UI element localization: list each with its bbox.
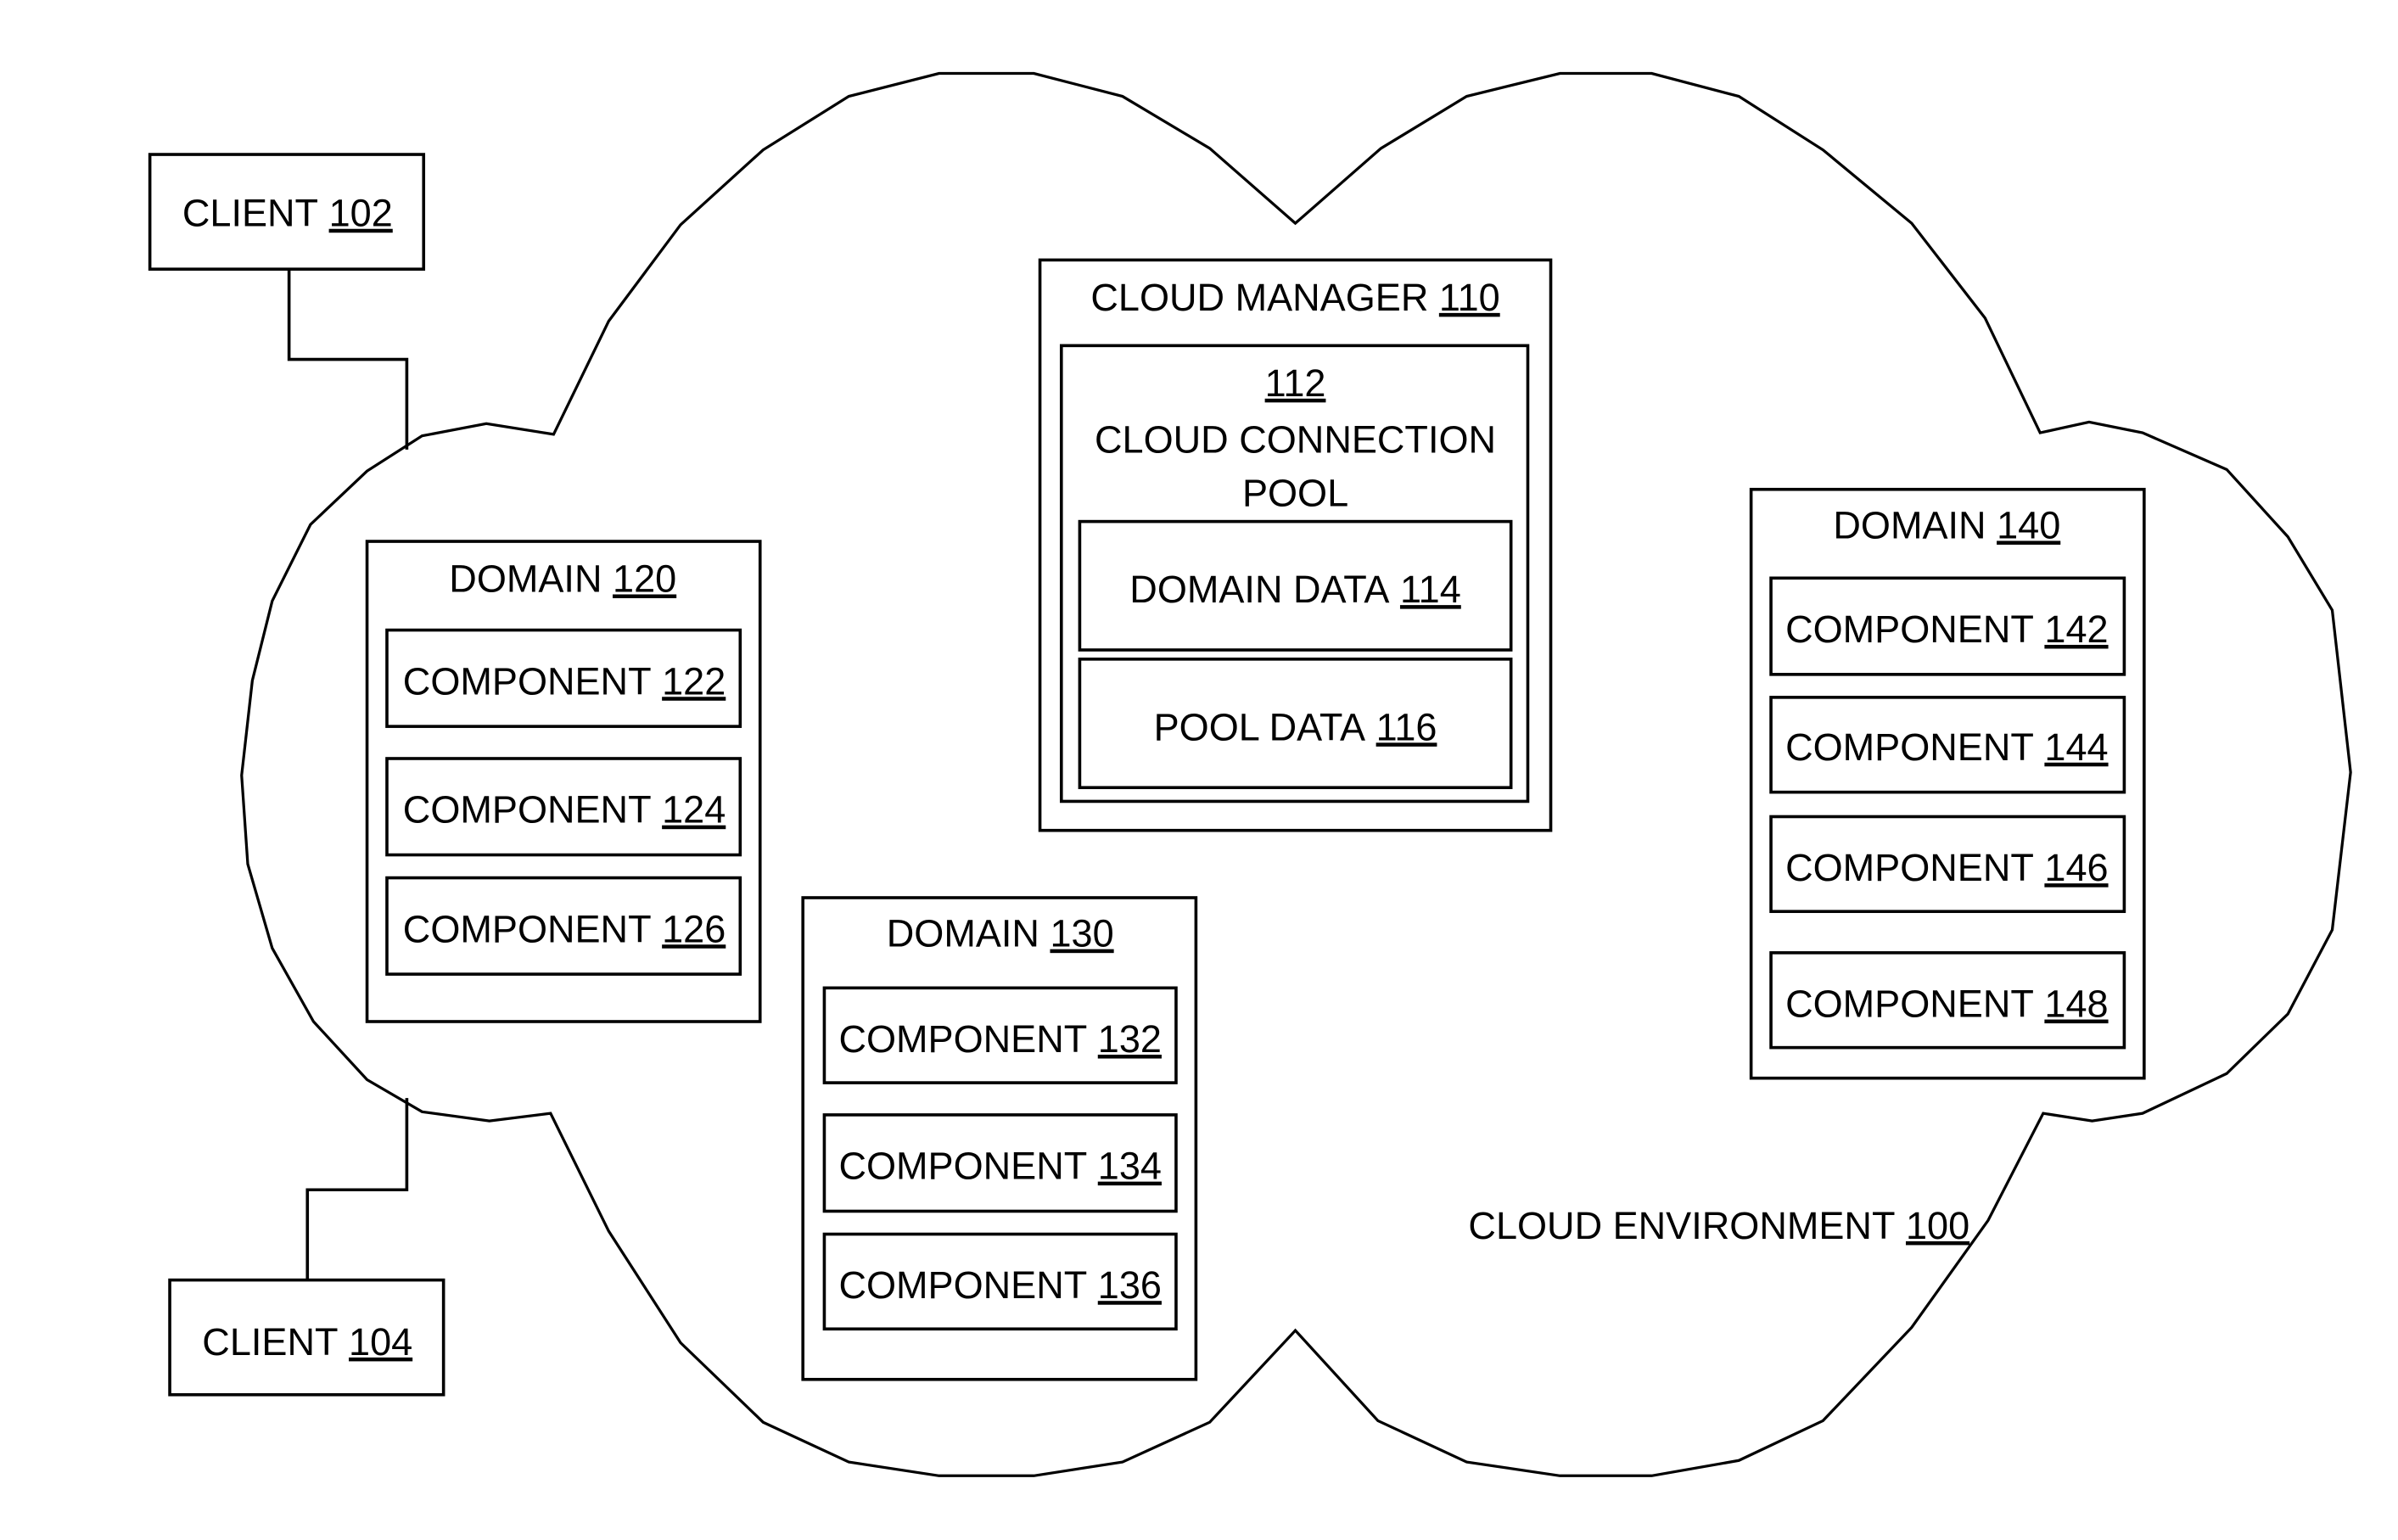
component-124[interactable]: COMPONENT 124: [385, 757, 742, 857]
domain-130[interactable]: DOMAIN 130 COMPONENT 132 COMPONENT 134 C…: [801, 896, 1198, 1381]
component-126-label: COMPONENT 126: [403, 907, 726, 950]
pool-data-label: POOL DATA 116: [1154, 705, 1437, 748]
domain-data-label: DOMAIN DATA 114: [1129, 568, 1460, 611]
component-122-label: COMPONENT 122: [403, 659, 726, 703]
component-136[interactable]: COMPONENT 136: [822, 1232, 1178, 1331]
component-146[interactable]: COMPONENT 146: [1769, 815, 2126, 914]
client-104[interactable]: CLIENT 104: [168, 1278, 445, 1397]
component-126[interactable]: COMPONENT 126: [385, 876, 742, 976]
domain-120-label: DOMAIN 120: [449, 557, 676, 601]
component-148[interactable]: COMPONENT 148: [1769, 951, 2126, 1050]
component-142[interactable]: COMPONENT 142: [1769, 576, 2126, 676]
cloud-connection-pool-ref: 112: [1265, 361, 1326, 405]
component-124-label: COMPONENT 124: [403, 788, 726, 832]
client-104-label: CLIENT 104: [202, 1320, 412, 1364]
client-102[interactable]: CLIENT 102: [148, 153, 426, 272]
domain-120[interactable]: DOMAIN 120 COMPONENT 122 COMPONENT 124 C…: [365, 540, 762, 1023]
domain-140[interactable]: DOMAIN 140 COMPONENT 142 COMPONENT 144 C…: [1749, 487, 2146, 1080]
client-104-connector: [305, 1098, 409, 1280]
component-146-label: COMPONENT 146: [1785, 846, 2108, 889]
component-132[interactable]: COMPONENT 132: [822, 986, 1178, 1084]
cloud-manager-label: CLOUD MANAGER 110: [1090, 276, 1499, 319]
cloud-environment-label: CLOUD ENVIRONMENT 100: [1468, 1204, 1969, 1247]
component-136-label: COMPONENT 136: [838, 1263, 1161, 1307]
component-134[interactable]: COMPONENT 134: [822, 1113, 1178, 1213]
cloud-manager-110[interactable]: CLOUD MANAGER 110 112 CLOUD CONNECTION P…: [1038, 258, 1553, 832]
cloud-architecture-diagram: CLIENT 102 CLIENT 104 CLOUD MANAGER 110 …: [148, 71, 2352, 1477]
component-142-label: COMPONENT 142: [1785, 608, 2108, 651]
domain-130-label: DOMAIN 130: [887, 912, 1114, 955]
component-144[interactable]: COMPONENT 144: [1769, 696, 2126, 794]
client-102-label: CLIENT 102: [182, 192, 393, 235]
component-134-label: COMPONENT 134: [838, 1145, 1161, 1188]
cloud-connection-pool-label-line1: CLOUD CONNECTION: [1095, 418, 1496, 462]
cloud-connection-pool-label-line2: POOL: [1242, 472, 1348, 515]
domain-140-label: DOMAIN 140: [1833, 503, 2060, 546]
domain-data-114[interactable]: DOMAIN DATA 114: [1078, 519, 1513, 652]
component-144-label: COMPONENT 144: [1785, 725, 2108, 769]
component-132-label: COMPONENT 132: [838, 1017, 1161, 1061]
component-148-label: COMPONENT 148: [1785, 983, 2108, 1026]
component-122[interactable]: COMPONENT 122: [385, 628, 742, 728]
cloud-connection-pool-112[interactable]: 112 CLOUD CONNECTION POOL DOMAIN DATA 11…: [1059, 344, 1530, 804]
pool-data-116[interactable]: POOL DATA 116: [1078, 658, 1513, 790]
client-102-connector: [287, 269, 409, 450]
